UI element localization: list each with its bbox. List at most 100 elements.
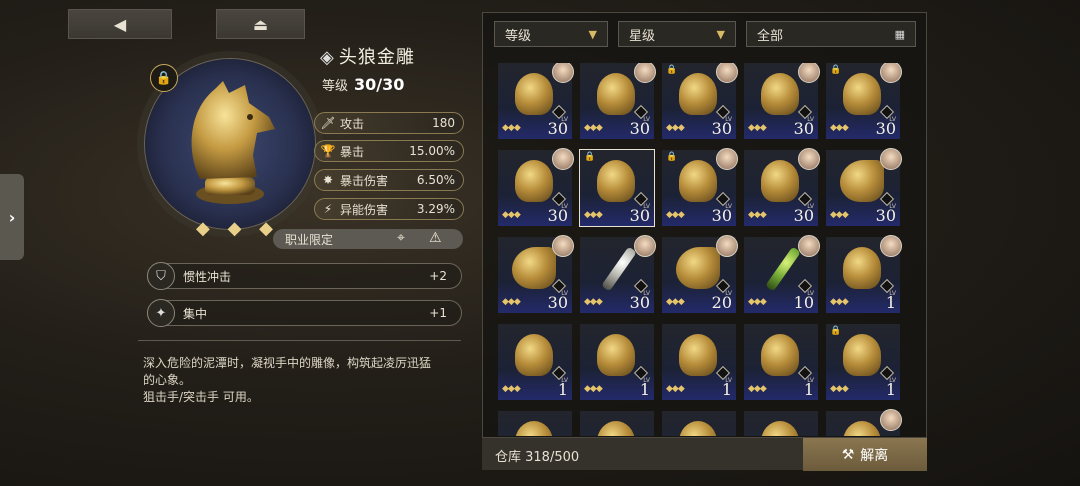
filter-level-dropdown[interactable]: 等级 ▼ — [494, 21, 608, 47]
equipped-character-avatar — [880, 235, 902, 257]
inventory-card[interactable]: ◆◆◆ LV 1 — [580, 324, 654, 400]
rarity-stars: ◆ ◆ ◆ — [196, 218, 279, 239]
wing-icon — [840, 160, 884, 202]
filter-star-dropdown[interactable]: 星级 ▼ — [618, 21, 736, 47]
inventory-card[interactable]: ◆◆◆ — [744, 411, 818, 436]
statue-icon — [843, 73, 881, 115]
card-level: 1 — [557, 380, 568, 399]
statue-icon — [597, 421, 635, 436]
lock-icon[interactable]: 🔒 — [150, 64, 178, 92]
card-stars: ◆◆◆ — [502, 297, 521, 307]
shield-icon: ⛉ — [147, 262, 175, 290]
assault-icon[interactable]: ⚠ — [429, 230, 442, 246]
statue-icon — [761, 334, 799, 376]
card-stars: ◆◆◆ — [666, 384, 685, 394]
statue-icon — [679, 421, 717, 436]
inventory-card[interactable]: ◆◆◆ LV 30 — [498, 235, 574, 313]
statue-icon — [843, 334, 881, 376]
statue-icon — [679, 160, 717, 202]
statue-icon — [597, 73, 635, 115]
inventory-card[interactable]: ◆◆◆ LV 30 — [580, 63, 656, 139]
skill-row-inertia-impact: ⛉ 惯性冲击 +2 — [147, 262, 462, 290]
filter-all-dropdown[interactable]: 全部 ▦ — [746, 21, 916, 47]
card-stars: ◆◆◆ — [584, 210, 603, 220]
inventory-card[interactable]: ◆◆◆ LV 30 — [580, 235, 656, 313]
inventory-card[interactable]: 🔒 ◆◆◆ LV 30 — [662, 148, 738, 226]
inventory-card[interactable]: 🔒 ◆◆◆ LV 30 — [662, 63, 738, 139]
statue-icon — [843, 421, 881, 436]
inventory-card[interactable]: ◆◆◆ LV 30 — [498, 63, 574, 139]
statue-icon — [515, 334, 553, 376]
key-icon — [765, 246, 801, 292]
equipped-character-avatar — [716, 148, 738, 170]
divider — [138, 340, 461, 341]
wing-icon — [512, 247, 556, 289]
chevron-down-icon: ▼ — [588, 27, 597, 41]
inventory-card[interactable]: ◆◆◆ LV 1 — [498, 324, 572, 400]
equipped-character-avatar — [552, 63, 574, 83]
equipped-character-avatar — [716, 235, 738, 257]
card-stars: ◆◆◆ — [584, 123, 603, 133]
stat-crit-damage: ✸ 暴击伤害 6.50% — [314, 169, 464, 191]
equipped-character-avatar — [716, 63, 738, 83]
inventory-card[interactable]: ◆◆◆ — [826, 409, 902, 436]
inventory-card[interactable]: 🔒 ◆◆◆ LV 1 — [826, 324, 900, 400]
card-stars: ◆◆◆ — [666, 297, 685, 307]
card-level: 1 — [639, 380, 650, 399]
inventory-card[interactable]: ◆◆◆ LV 30 — [498, 148, 574, 226]
inventory-card[interactable]: 🔒 ◆◆◆ LV 30 — [826, 63, 902, 139]
inventory-card[interactable]: ◆◆◆ — [498, 411, 572, 436]
inventory-card[interactable]: ◆◆◆ LV 30 — [744, 148, 820, 226]
lock-icon: 🔒 — [830, 326, 842, 336]
inventory-card[interactable]: 🔒 ◆◆◆ LV 30 — [579, 149, 655, 227]
card-stars: ◆◆◆ — [666, 210, 685, 220]
card-level: 1 — [885, 380, 896, 399]
card-level: 1 — [885, 293, 896, 312]
lock-icon: 🔒 — [666, 152, 678, 162]
card-stars: ◆◆◆ — [502, 123, 521, 133]
inventory-card[interactable]: ◆◆◆ LV 30 — [826, 148, 902, 226]
card-level: 30 — [547, 206, 568, 225]
card-stars: ◆◆◆ — [748, 123, 767, 133]
statue-icon — [843, 247, 881, 289]
inventory-card[interactable]: ◆◆◆ LV 20 — [662, 235, 738, 313]
inventory-card[interactable]: ◆◆◆ LV 1 — [662, 324, 736, 400]
side-expand-tab[interactable]: › — [0, 174, 24, 260]
card-stars: ◆◆◆ — [748, 384, 767, 394]
inventory-card[interactable]: ◆◆◆ LV 1 — [826, 235, 902, 313]
card-level: 30 — [875, 119, 896, 138]
back-button[interactable]: ◀ — [68, 9, 172, 39]
inventory-card[interactable]: ◆◆◆ — [662, 411, 736, 436]
inventory-card[interactable]: ◆◆◆ LV 30 — [744, 63, 820, 139]
inventory-grid: ◆◆◆ LV 30 ◆◆◆ LV 30 🔒 ◆◆◆ LV 30 ◆◆◆ LV 30 🔒 ◆◆◆ LV 30 ◆◆◆… — [498, 63, 902, 436]
sparkle-icon: ✦ — [147, 299, 175, 327]
statue-icon — [761, 160, 799, 202]
card-level: 30 — [547, 119, 568, 138]
card-level: 30 — [629, 119, 650, 138]
card-stars: ◆◆◆ — [748, 297, 767, 307]
stash-icon: ⏏ — [252, 14, 269, 34]
inventory-card[interactable]: ◆◆◆ LV 1 — [744, 324, 818, 400]
key-icon — [601, 246, 637, 292]
dismantle-icon: ⚒ — [841, 446, 855, 463]
inventory-card[interactable]: ◆◆◆ LV 10 — [744, 235, 820, 313]
stat-anomaly-damage: ⚡ 异能伤害 3.29% — [314, 198, 464, 220]
dismantle-button[interactable]: ⚒ 解离 — [803, 438, 927, 471]
card-level: 30 — [629, 206, 650, 225]
card-stars: ◆◆◆ — [830, 123, 849, 133]
card-level: 30 — [711, 206, 732, 225]
stash-button[interactable]: ⏏ — [216, 9, 305, 39]
card-stars: ◆◆◆ — [502, 384, 521, 394]
inventory-card[interactable]: ◆◆◆ — [580, 411, 654, 436]
card-stars: ◆◆◆ — [584, 384, 603, 394]
statue-icon — [515, 421, 553, 436]
chevron-down-icon: ▼ — [716, 27, 725, 41]
sword-icon: 🗡 — [320, 116, 336, 130]
back-arrow-icon: ◀ — [113, 14, 127, 34]
card-stars: ◆◆◆ — [830, 297, 849, 307]
wing-icon — [676, 247, 720, 289]
item-level: 等级 30/30 — [322, 75, 405, 94]
crosshair-icon[interactable]: ⌖ — [397, 230, 405, 246]
card-stars: ◆◆◆ — [830, 384, 849, 394]
inventory-footer: 仓库 318/500 ⚒ 解离 — [482, 437, 927, 471]
